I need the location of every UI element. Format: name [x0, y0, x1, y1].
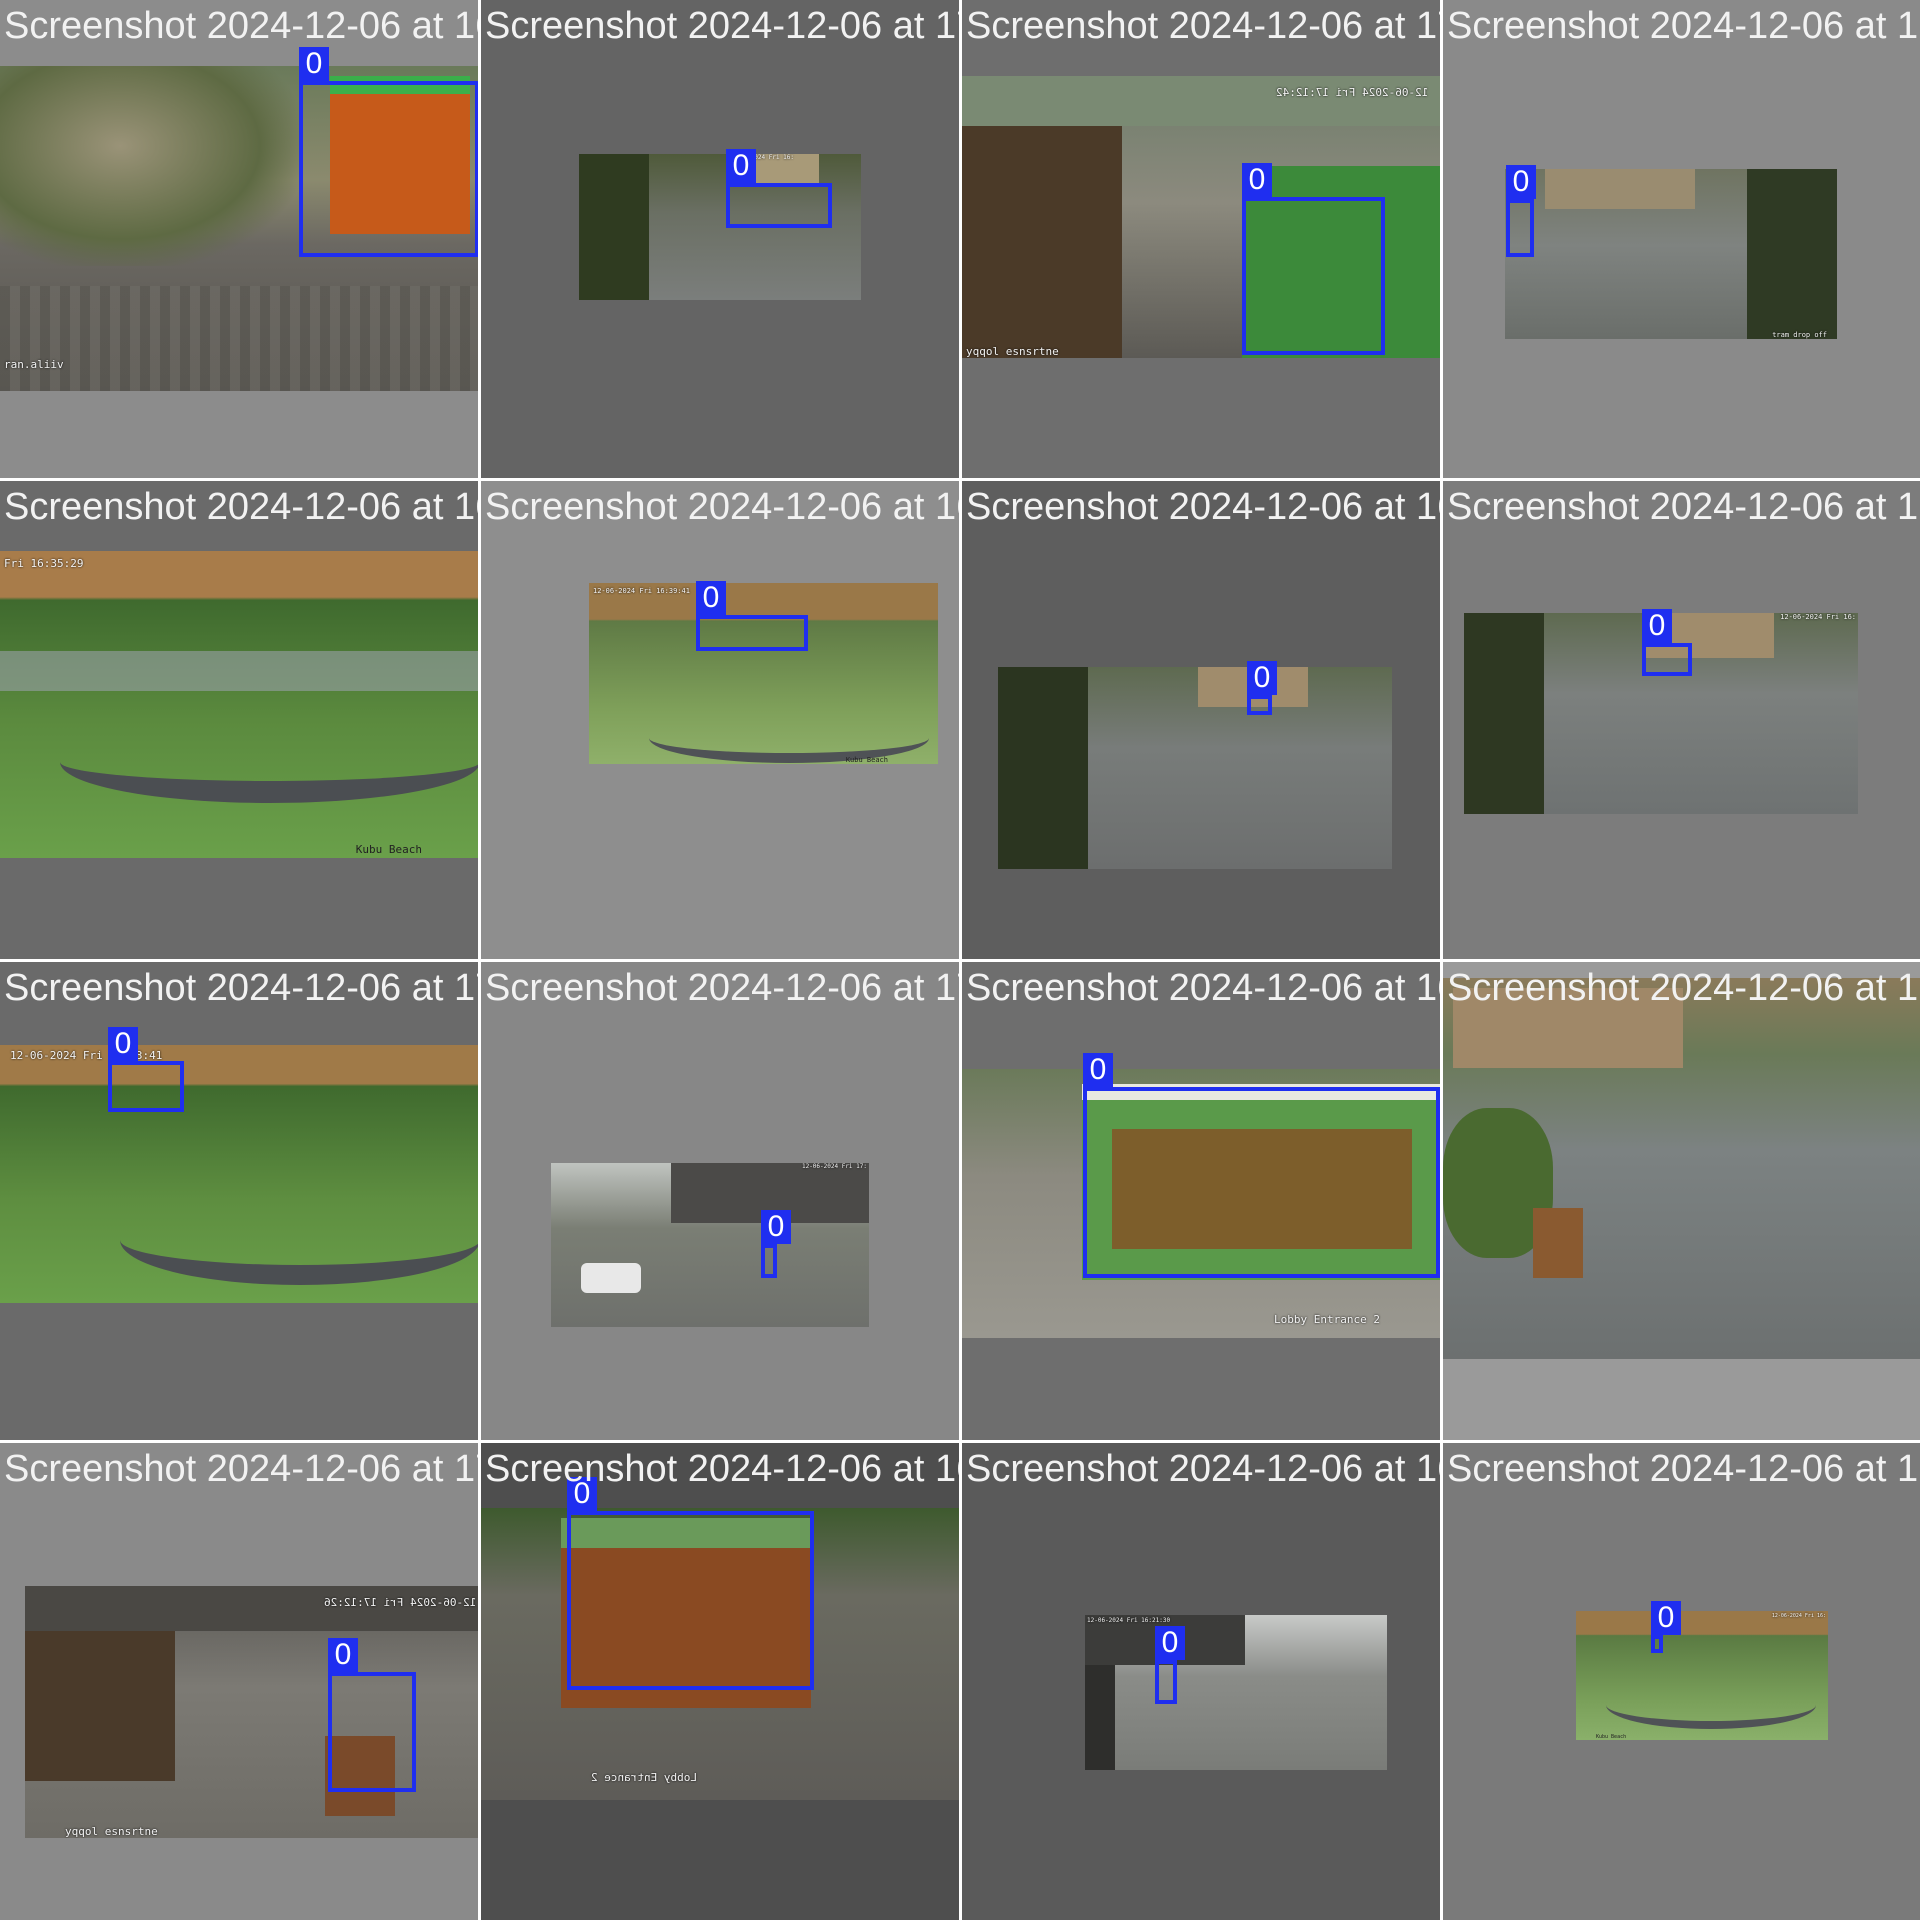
tile-2-detection-box: 0	[726, 149, 832, 228]
tile-3-stamp: 12-06-2024 Fri 17:12:42	[1275, 86, 1428, 99]
tile-13-class-label: 0	[328, 1638, 358, 1672]
tile-16-title: Screenshot 2024-12-06 at 16.22.05.png	[1447, 1448, 1920, 1490]
tile-8-class-label: 0	[1642, 609, 1672, 643]
tile-10-photo: 12-06-2024 Fri 17:	[551, 1163, 869, 1327]
tile-9-photo: 12-06-2024 Fri 17:03:41	[0, 1045, 478, 1303]
tile-5-photo: Fri 16:35:29 Kubu Beach	[0, 551, 478, 858]
tile-12-photo	[1443, 978, 1920, 1359]
tile-6-corner-text: Kubu Beach	[845, 756, 888, 764]
tile-13-corner-text: yqqol esnsrtne	[65, 1825, 158, 1838]
tile-16-photo: 12-06-2024 Fri 16: Kubu Beach	[1576, 1611, 1828, 1740]
tile-15-detection-box: 0	[1155, 1626, 1185, 1704]
tile-1-title: Screenshot 2024-12-06 at 16.16.29.png	[4, 5, 478, 47]
tile-15-photo: 12-06-2024 Fri 16:21:30	[1085, 1615, 1387, 1770]
tile-7[interactable]: 0 Screenshot 2024-12-06 at 16.29.55.png	[962, 481, 1440, 959]
tile-15-stamp: 12-06-2024 Fri 16:21:30	[1087, 1617, 1171, 1624]
tile-5-corner-text: Kubu Beach	[355, 843, 422, 856]
tile-3-class-label: 0	[1242, 163, 1272, 197]
tile-5-title: Screenshot 2024-12-06 at 16.36.18.png	[4, 486, 478, 528]
tile-2[interactable]: 06-12-2024 Fri 16: 0 Screenshot 2024-12-…	[481, 0, 959, 478]
tile-15-class-label: 0	[1155, 1626, 1185, 1660]
tile-10[interactable]: 12-06-2024 Fri 17: 0 Screenshot 2024-12-…	[481, 962, 959, 1440]
tile-13-stamp: 12-06-2024 Fri 17:12:26	[323, 1596, 476, 1609]
tile-13-detection-box: 0	[328, 1638, 416, 1792]
tile-6[interactable]: 12-06-2024 Fri 16:39:41 Kubu Beach 0 Scr…	[481, 481, 959, 959]
tile-4-detection-box: 0	[1506, 165, 1536, 257]
tile-7-detection-box: 0	[1247, 661, 1277, 715]
tile-13-title: Screenshot 2024-12-06 at 17.13.01.png	[4, 1448, 478, 1490]
tile-2-class-label: 0	[726, 149, 756, 183]
tile-10-stamp: 12-06-2024 Fri 17:	[801, 1163, 867, 1170]
tile-7-photo	[998, 667, 1392, 869]
tile-4[interactable]: tram drop off 0 Screenshot 2024-12-06 at…	[1443, 0, 1920, 478]
tile-14[interactable]: Lobby Entrance 2 0 Screenshot 2024-12-06…	[481, 1443, 959, 1920]
tile-8[interactable]: 12-06-2024 Fri 16: 0 Screenshot 2024-12-…	[1443, 481, 1920, 959]
tile-4-photo: tram drop off	[1505, 169, 1837, 339]
tile-6-title: Screenshot 2024-12-06 at 16.41.08.png	[485, 486, 959, 528]
tile-3-title: Screenshot 2024-12-06 at 17.10.18.png	[966, 5, 1440, 47]
tile-10-detection-box: 0	[761, 1210, 791, 1278]
tile-15[interactable]: 12-06-2024 Fri 16:21:30 0 Screenshot 202…	[962, 1443, 1440, 1920]
tile-5-stamp: Fri 16:35:29	[4, 557, 84, 570]
tile-11-title: Screenshot 2024-12-06 at 16.11.20.png	[966, 967, 1440, 1009]
tile-9[interactable]: 12-06-2024 Fri 17:03:41 0 Screenshot 202…	[0, 962, 478, 1440]
tile-14-title: Screenshot 2024-12-06 at 16.14.37.png	[485, 1448, 959, 1490]
tile-8-stamp: 12-06-2024 Fri 16:	[1780, 613, 1856, 621]
tile-13[interactable]: 12-06-2024 Fri 17:12:26 yqqol esnsrtne 0…	[0, 1443, 478, 1920]
tile-10-class-label: 0	[761, 1210, 791, 1244]
tile-1-detection-box: 0	[299, 47, 478, 257]
tile-6-detection-box: 0	[696, 581, 808, 651]
tile-7-title: Screenshot 2024-12-06 at 16.29.55.png	[966, 486, 1440, 528]
tile-9-detection-box: 0	[108, 1027, 184, 1112]
tile-11-detection-box: 0	[1083, 1053, 1440, 1278]
tile-1-class-label: 0	[299, 47, 329, 81]
tile-11-class-label: 0	[1083, 1053, 1113, 1087]
tile-9-title: Screenshot 2024-12-06 at 17.04.29.png	[4, 967, 478, 1009]
tile-11[interactable]: Lobby Entrance 2 0 Screenshot 2024-12-06…	[962, 962, 1440, 1440]
tile-15-title: Screenshot 2024-12-06 at 16.22.05.png	[966, 1448, 1440, 1490]
tile-6-stamp: 12-06-2024 Fri 16:39:41	[593, 587, 690, 595]
tile-7-class-label: 0	[1247, 661, 1277, 695]
tile-4-corner-text: tram drop off	[1772, 331, 1827, 339]
tile-2-title: Screenshot 2024-12-06 at 17.11.56.png	[485, 5, 959, 47]
tile-1[interactable]: ran.aliiv 0 Screenshot 2024-12-06 at 16.…	[0, 0, 478, 478]
tile-8-title: Screenshot 2024-12-06 at 16.29.55.png	[1447, 486, 1920, 528]
tile-12[interactable]: Screenshot 2024-12-06 at 16.11.20.png	[1443, 962, 1920, 1440]
tile-5[interactable]: Fri 16:35:29 Kubu Beach 0 Screenshot 202…	[0, 481, 478, 959]
tile-11-corner-text: Lobby Entrance 2	[1274, 1313, 1380, 1326]
tile-3-corner-text: yqqol esnsrtne	[966, 345, 1059, 358]
tile-6-photo: 12-06-2024 Fri 16:39:41 Kubu Beach	[589, 583, 938, 764]
tile-10-title: Screenshot 2024-12-06 at 17.07.51.png	[485, 967, 959, 1009]
mosaic-grid: ran.aliiv 0 Screenshot 2024-12-06 at 16.…	[0, 0, 1920, 1920]
tile-4-title: Screenshot 2024-12-06 at 16.16.29.png	[1447, 5, 1920, 47]
tile-16[interactable]: 12-06-2024 Fri 16: Kubu Beach 0 Screensh…	[1443, 1443, 1920, 1920]
tile-8-detection-box: 0	[1642, 609, 1692, 676]
tile-16-class-label: 0	[1651, 1601, 1681, 1635]
tile-16-stamp: 12-06-2024 Fri 16:	[1771, 1613, 1826, 1619]
tile-6-class-label: 0	[696, 581, 726, 615]
tile-16-detection-box: 0	[1651, 1601, 1681, 1653]
tile-14-corner-text: Lobby Entrance 2	[591, 1771, 697, 1784]
tile-9-class-label: 0	[108, 1027, 138, 1061]
tile-12-title: Screenshot 2024-12-06 at 16.11.20.png	[1447, 967, 1920, 1009]
tile-4-class-label: 0	[1506, 165, 1536, 199]
tile-16-corner-text: Kubu Beach	[1596, 1734, 1627, 1740]
tile-1-corner-text: ran.aliiv	[4, 358, 64, 371]
tile-3[interactable]: 12-06-2024 Fri 17:12:42 yqqol esnsrtne 0…	[962, 0, 1440, 478]
tile-14-detection-box: 0	[567, 1477, 814, 1690]
tile-3-detection-box: 0	[1242, 163, 1385, 355]
